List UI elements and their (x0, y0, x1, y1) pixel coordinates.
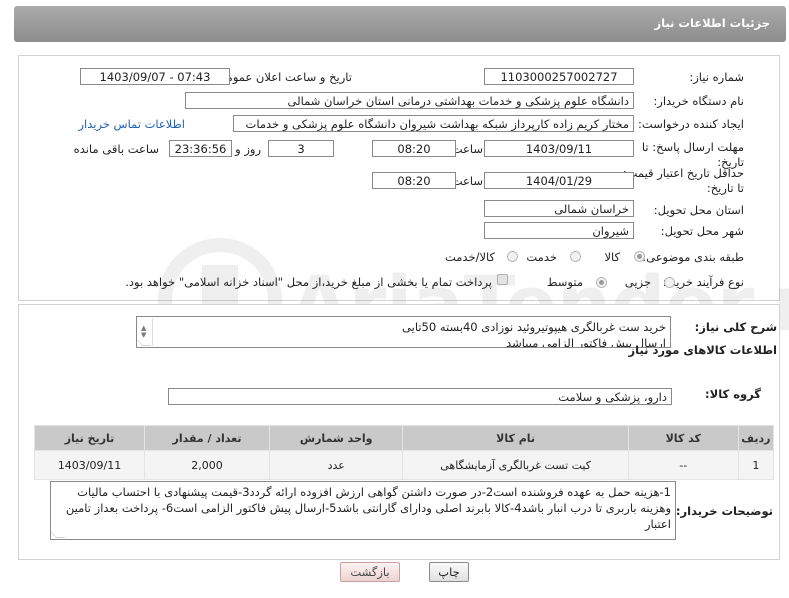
category-radio-service[interactable] (570, 251, 581, 262)
city-label: شهر محل تحویل: (660, 224, 744, 238)
description-textarea[interactable]: خرید ست غربالگری هیپوتیروئید نوزادی 40بس… (136, 316, 671, 348)
goods-table: ردیف کد کالا نام کالا واحد شمارش تعداد /… (33, 425, 775, 480)
page-title: جزئیات اطلاعات نیاز (654, 16, 770, 30)
buyer-notes-text: 1-هزینه حمل به عهده فروشنده است2-در صورت… (65, 485, 671, 531)
contact-info-link[interactable]: اطلاعات تماس خریدار (78, 117, 185, 131)
description-line-1: خرید ست غربالگری هیپوتیروئید نوزادی 40بس… (402, 320, 666, 334)
process-minor-label: جزیی (624, 275, 651, 289)
remaining-time-field: 23:36:56 (169, 140, 232, 157)
buyer-notes-label: توضیحات خریدار: (675, 504, 773, 518)
goods-info-title: اطلاعات کالاهای مورد نیاز (628, 343, 777, 357)
treasury-payment-text: پرداخت تمام یا بخشی از مبلغ خرید،از محل … (125, 275, 492, 289)
cell-unit: عدد (268, 450, 404, 480)
treasury-payment-checkbox[interactable] (497, 274, 508, 285)
validity-date-field: 1404/01/29 (484, 172, 634, 189)
process-medium-label: متوسط (546, 275, 583, 289)
category-radio-goods[interactable] (634, 251, 645, 262)
creator-label: ایجاد کننده درخواست: (638, 117, 744, 131)
process-radio-minor[interactable] (664, 277, 675, 288)
cell-code: -- (627, 450, 739, 480)
remaining-label: ساعت باقی مانده (73, 142, 159, 156)
validity-label: حداقل تاریخ اعتبار قیمت: تا تاریخ: (622, 166, 744, 195)
category-radio-goods-service[interactable] (507, 251, 518, 262)
deadline-time-label: ساعت (451, 142, 483, 156)
category-service-label: خدمت (526, 250, 557, 264)
description-line-2: ارسال پیش فاکتور الزامی میباشد (506, 336, 666, 348)
goods-group-label: گروه کالا: (705, 387, 761, 401)
col-row: ردیف (737, 425, 775, 451)
col-code: کد کالا (627, 425, 739, 451)
need-number-field: 1103000257002727 (484, 68, 634, 85)
back-button[interactable]: بازگشت (340, 562, 400, 582)
province-field: خراسان شمالی (484, 200, 634, 217)
deadline-date-field: 1403/09/11 (484, 140, 634, 157)
city-field: شیروان (484, 222, 634, 239)
days-field: 3 (268, 140, 334, 157)
col-quantity: تعداد / مقدار (144, 425, 270, 451)
buyer-notes-textarea[interactable]: 1-هزینه حمل به عهده فروشنده است2-در صورت… (50, 481, 676, 540)
need-number-label: شماره نیاز: (689, 70, 744, 84)
province-label: استان محل تحویل: (653, 203, 744, 217)
cell-date: 1403/09/11 (33, 450, 146, 480)
creator-field: مختار کریم زاده کارپرداز شبکه بهداشت شیر… (233, 115, 634, 132)
announce-label: تاریخ و ساعت اعلان عمومی: (213, 70, 352, 84)
process-radio-medium[interactable] (596, 277, 607, 288)
cell-name: کیت تست غربالگری آزمایشگاهی (402, 450, 629, 480)
category-label: طبقه بندی موضوعی: (642, 250, 744, 264)
table-row: 1 -- کیت تست غربالگری آزمایشگاهی عدد 2,0… (33, 450, 775, 480)
deadline-time-field: 08:20 (372, 140, 456, 157)
page-header: جزئیات اطلاعات نیاز (14, 6, 786, 42)
goods-group-field: دارو، پزشکی و سلامت (168, 388, 672, 405)
buyer-org-label: نام دستگاه خریدار: (653, 94, 744, 108)
col-name: نام کالا (402, 425, 629, 451)
validity-time-field: 08:20 (372, 172, 456, 189)
goods-table-header: ردیف کد کالا نام کالا واحد شمارش تعداد /… (33, 425, 775, 451)
cell-quantity: 2,000 (144, 450, 270, 480)
category-goods-label: کالا (604, 250, 620, 264)
col-date: تاریخ نیاز (33, 425, 146, 451)
print-button[interactable]: چاپ (429, 562, 469, 582)
cell-row: 1 (737, 450, 775, 480)
category-goods-service-label: کالا/خدمت (444, 250, 495, 264)
days-label: روز و (235, 142, 261, 156)
announce-field: 1403/09/07 - 07:43 (80, 68, 230, 85)
buyer-org-field: دانشگاه علوم پزشکی و خدمات بهداشتی درمان… (185, 92, 634, 109)
validity-time-label: ساعت (451, 174, 483, 188)
col-unit: واحد شمارش (268, 425, 404, 451)
description-label: شرح کلی نیاز: (694, 320, 777, 334)
